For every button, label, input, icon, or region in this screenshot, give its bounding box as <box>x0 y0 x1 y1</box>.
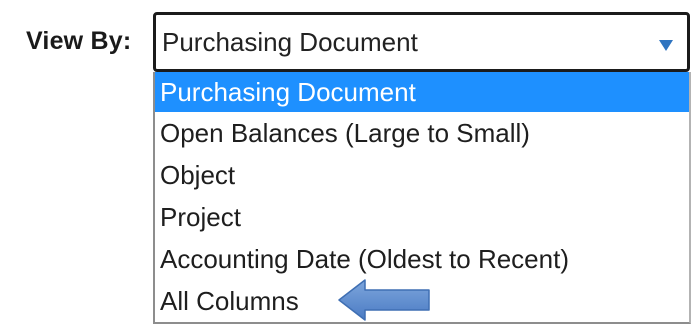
caret-down-icon[interactable] <box>659 40 673 51</box>
view-by-select[interactable]: Purchasing Document <box>153 12 690 72</box>
option-accounting-date[interactable]: Accounting Date (Oldest to Recent) <box>155 238 689 280</box>
screenshot-canvas: View By: Purchasing Document Purchasing … <box>0 0 699 334</box>
option-purchasing-document[interactable]: Purchasing Document <box>155 72 689 112</box>
option-project[interactable]: Project <box>155 196 689 238</box>
option-open-balances[interactable]: Open Balances (Large to Small) <box>155 112 689 154</box>
view-by-label: View By: <box>26 27 132 55</box>
left-arrow-icon <box>338 279 430 321</box>
view-by-selected-value: Purchasing Document <box>162 27 418 57</box>
option-object[interactable]: Object <box>155 154 689 196</box>
